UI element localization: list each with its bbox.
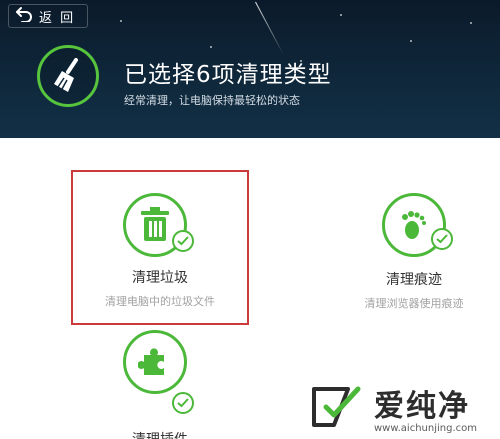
star-decoration (340, 14, 342, 16)
card-description: 清理电脑中的垃圾文件 (105, 295, 215, 308)
back-arrow-icon (15, 6, 33, 26)
card-name: 清理垃圾 (132, 270, 188, 286)
watermark-logo-icon (310, 385, 362, 429)
card-name: 清理插件 (73, 429, 247, 439)
clean-junk-card[interactable]: 清理垃圾 清理电脑中的垃圾文件 (73, 172, 247, 322)
checkmark-icon[interactable] (172, 230, 194, 252)
checkmark-icon[interactable] (431, 228, 453, 250)
page-subtitle: 经常清理，让电脑保持最轻松的状态 (124, 94, 300, 107)
card-description: 清理浏览器使用痕迹 (364, 297, 464, 310)
star-decoration (470, 22, 472, 24)
watermark-text: 爱纯净 (374, 389, 470, 424)
star-decoration (120, 20, 122, 22)
clean-plugins-card[interactable]: 清理插件 (73, 330, 247, 439)
shooting-star-decoration (255, 1, 285, 56)
checkmark-icon[interactable] (172, 392, 194, 414)
header-banner: 返 回 已选择6项清理类型 经常清理，让电脑保持最轻松的状态 (0, 0, 500, 138)
puzzle-icon (123, 330, 187, 394)
card-name: 清理痕迹 (386, 272, 442, 288)
watermark: 爱纯净 www.aichunjing.com (310, 381, 500, 439)
star-decoration (210, 46, 212, 48)
broom-icon (37, 45, 99, 107)
watermark-url: www.aichunjing.com (374, 423, 477, 434)
back-button-label: 返 回 (39, 10, 76, 26)
clean-traces-card[interactable]: 清理痕迹 清理浏览器使用痕迹 (327, 172, 500, 322)
star-decoration (410, 40, 412, 42)
back-button[interactable]: 返 回 (8, 4, 88, 28)
page-title: 已选择6项清理类型 (124, 62, 332, 88)
